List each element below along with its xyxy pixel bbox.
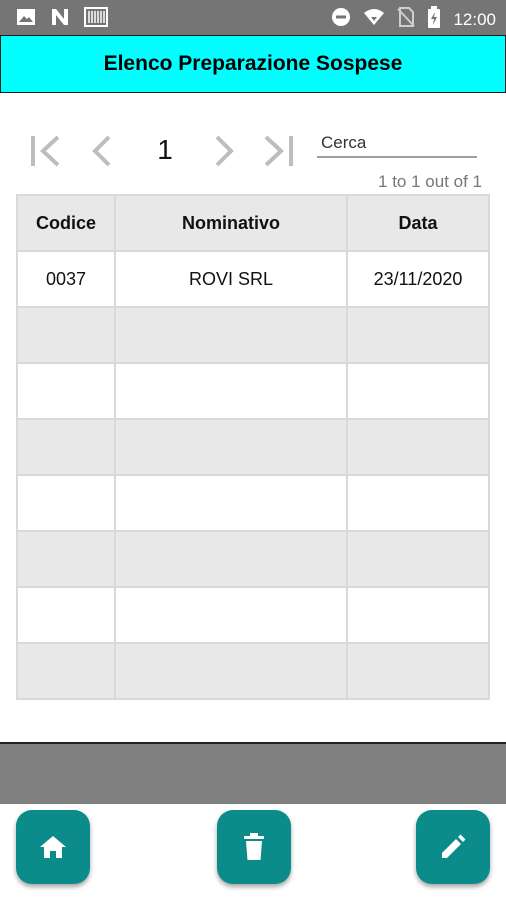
- table-row[interactable]: 0037 ROVI SRL 23/11/2020: [16, 250, 490, 308]
- table-row[interactable]: [16, 362, 490, 420]
- n-icon: [50, 7, 70, 32]
- table-row[interactable]: [16, 306, 490, 364]
- table-row[interactable]: [16, 418, 490, 476]
- cell-data: [346, 362, 490, 420]
- cell-codice: [16, 530, 116, 588]
- last-page-icon: [264, 135, 293, 167]
- cell-codice: [16, 418, 116, 476]
- cell-codice: [16, 362, 116, 420]
- wifi-icon: [363, 7, 385, 32]
- image-icon: [16, 7, 36, 32]
- footer-bar: [0, 742, 506, 804]
- cell-data: [346, 306, 490, 364]
- chevron-right-icon: [215, 135, 234, 167]
- orders-table: Codice Nominativo Data 0037 ROVI SRL 23/…: [16, 194, 490, 700]
- first-page-icon: [31, 135, 60, 167]
- cell-codice: [16, 306, 116, 364]
- cell-data: [346, 474, 490, 532]
- cell-data: [346, 530, 490, 588]
- barcode-icon: [84, 7, 108, 32]
- chevron-left-icon: [92, 135, 111, 167]
- column-header-data[interactable]: Data: [346, 194, 490, 252]
- cell-nominativo: [114, 306, 348, 364]
- edit-button[interactable]: [416, 810, 490, 884]
- header-bar: Elenco Preparazione Sospese: [0, 35, 506, 93]
- prev-page-button[interactable]: [82, 132, 122, 170]
- column-header-nominativo[interactable]: Nominativo: [114, 194, 348, 252]
- cell-data: [346, 642, 490, 700]
- cell-data: 23/11/2020: [346, 250, 490, 308]
- last-page-button[interactable]: [258, 132, 298, 170]
- home-icon: [40, 836, 66, 858]
- table-row[interactable]: [16, 586, 490, 644]
- table-row[interactable]: [16, 642, 490, 700]
- next-page-button[interactable]: [204, 132, 244, 170]
- clock: 12:00: [453, 9, 496, 29]
- cell-codice: [16, 474, 116, 532]
- cell-data: [346, 586, 490, 644]
- current-page-number: 1: [157, 134, 173, 165]
- cell-nominativo: [114, 642, 348, 700]
- status-bar: 12:00: [0, 0, 506, 35]
- cell-nominativo: [114, 586, 348, 644]
- cell-nominativo: ROVI SRL: [114, 250, 348, 308]
- home-button[interactable]: [16, 810, 90, 884]
- trash-icon: [244, 833, 264, 860]
- cell-nominativo: [114, 362, 348, 420]
- first-page-button[interactable]: [26, 132, 66, 170]
- delete-button[interactable]: [217, 810, 291, 884]
- cell-codice: 0037: [16, 250, 116, 308]
- cell-nominativo: [114, 530, 348, 588]
- cell-nominativo: [114, 474, 348, 532]
- table-header-row: Codice Nominativo Data: [16, 194, 490, 252]
- table-row[interactable]: [16, 474, 490, 532]
- page-title: Elenco Preparazione Sospese: [103, 52, 403, 75]
- dnd-icon: [331, 7, 351, 32]
- cell-data: [346, 418, 490, 476]
- cell-nominativo: [114, 418, 348, 476]
- cell-codice: [16, 642, 116, 700]
- search-input[interactable]: [317, 130, 477, 158]
- battery-icon: [427, 6, 441, 33]
- column-header-codice[interactable]: Codice: [16, 194, 116, 252]
- results-range-text: 1 to 1 out of 1: [378, 172, 482, 191]
- edit-icon: [442, 834, 466, 858]
- no-sim-icon: [397, 6, 416, 33]
- cell-codice: [16, 586, 116, 644]
- table-row[interactable]: [16, 530, 490, 588]
